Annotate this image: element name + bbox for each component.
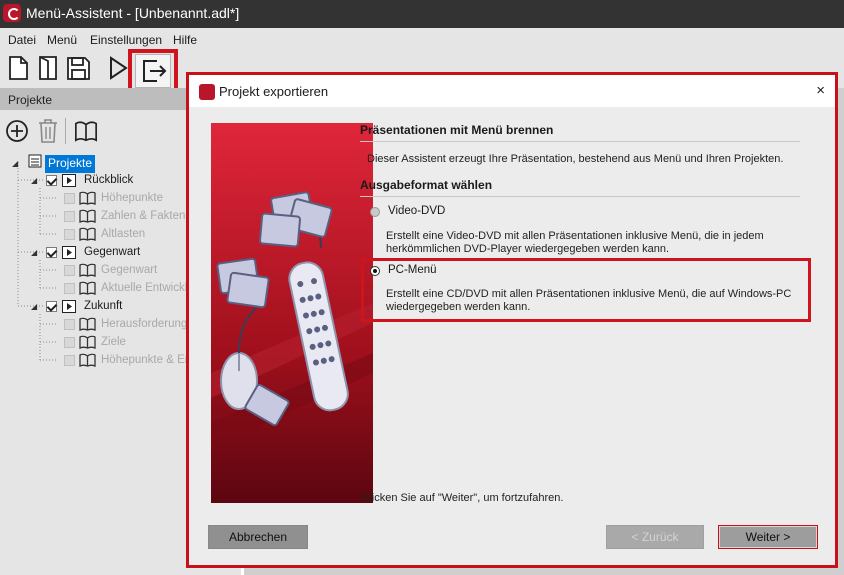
book-icon — [79, 191, 96, 206]
dialog-titlebar: Projekt exportieren × — [189, 75, 835, 107]
checkbox-item[interactable] — [64, 193, 75, 204]
tree-expander-root[interactable]: ◢ — [12, 159, 18, 168]
video-dvd-desc-line1: Erstellt eine Video-DVD mit allen Präsen… — [386, 230, 764, 242]
tree-item[interactable]: Altlasten — [101, 228, 145, 240]
radio-video-dvd[interactable] — [370, 207, 380, 217]
pc-menu-highlight — [361, 258, 811, 322]
section-heading-burn: Präsentationen mit Menü brennen — [360, 123, 800, 142]
section-heading-format: Ausgabeformat wählen — [360, 178, 800, 197]
app-logo-icon — [199, 84, 215, 100]
tree-expander-zukunft[interactable]: ◢ — [31, 302, 37, 311]
window-titlebar: Menü-Assistent - [Unbenannt.adl*] — [0, 0, 844, 28]
next-button[interactable]: Weiter > — [718, 525, 818, 549]
play-box-icon — [62, 246, 76, 259]
checkbox-item[interactable] — [64, 211, 75, 222]
save-icon[interactable] — [64, 54, 92, 82]
tree-item[interactable]: Ziele — [101, 336, 126, 348]
book-icon — [79, 353, 96, 368]
add-icon[interactable] — [5, 118, 29, 144]
export-dialog: Projekt exportieren × Präsentationen mit… — [186, 72, 838, 568]
tree-root-projekte[interactable]: Projekte — [45, 155, 96, 173]
dialog-title: Projekt exportieren — [219, 84, 329, 99]
play-box-icon — [62, 300, 76, 313]
book-icon — [79, 227, 96, 242]
close-icon[interactable]: × — [816, 82, 825, 99]
window-title: Menü-Assistent - [Unbenannt.adl*] — [26, 5, 240, 21]
toolbar-divider — [65, 118, 66, 144]
checkbox-zukunft[interactable] — [46, 301, 57, 312]
tree-item[interactable]: Höhepunkte — [101, 192, 163, 204]
intro-text: Dieser Assistent erzeugt Ihre Präsentati… — [367, 153, 784, 165]
tree-item-gegenwart[interactable]: Gegenwart — [84, 246, 140, 258]
cancel-button[interactable]: Abbrechen — [208, 525, 308, 549]
new-file-icon[interactable] — [4, 54, 32, 82]
menu-datei[interactable]: Datei — [8, 33, 36, 47]
projects-panel-title: Projekte — [8, 93, 53, 107]
checkbox-rueckblick[interactable] — [46, 175, 57, 186]
trash-icon[interactable] — [36, 118, 60, 144]
book-icon — [79, 263, 96, 278]
checkbox-gegenwart[interactable] — [46, 247, 57, 258]
book-icon — [79, 281, 96, 296]
hint-text: Klicken Sie auf "Weiter", um fortzufahre… — [362, 492, 564, 504]
book-icon — [79, 317, 96, 332]
back-button[interactable]: < Zurück — [606, 525, 704, 549]
checkbox-item[interactable] — [64, 265, 75, 276]
menu-einstellungen[interactable]: Einstellungen — [90, 33, 162, 47]
list-icon — [28, 154, 42, 168]
tree-item[interactable]: Zahlen & Fakten — [101, 210, 185, 222]
banner-image — [211, 123, 373, 503]
book-icon — [79, 335, 96, 350]
checkbox-item[interactable] — [64, 283, 75, 294]
export-highlight — [128, 49, 178, 93]
tree-expander-gegenwart[interactable]: ◢ — [31, 248, 37, 257]
tree-item[interactable]: Herausforderunge — [101, 318, 194, 330]
radio-label-video-dvd[interactable]: Video-DVD — [388, 205, 445, 217]
video-dvd-desc-line2: herkömmlichen DVD-Player wiedergegeben w… — [386, 243, 670, 255]
checkbox-item[interactable] — [64, 337, 75, 348]
checkbox-item[interactable] — [64, 319, 75, 330]
checkbox-item[interactable] — [64, 355, 75, 366]
tree-item-rueckblick[interactable]: Rückblick — [84, 174, 133, 186]
tree-item[interactable]: Höhepunkte & End — [101, 354, 198, 366]
menubar: Datei Menü Einstellungen Hilfe — [0, 28, 844, 50]
tree-item[interactable]: Aktuelle Entwicklu — [101, 282, 194, 294]
book-icon[interactable] — [74, 118, 100, 144]
book-icon — [79, 209, 96, 224]
play-box-icon — [62, 174, 76, 187]
app-logo-icon — [3, 4, 21, 22]
open-file-icon[interactable] — [34, 54, 62, 82]
menu-menue[interactable]: Menü — [47, 33, 77, 47]
tree-item[interactable]: Gegenwart — [101, 264, 157, 276]
menu-hilfe[interactable]: Hilfe — [173, 33, 197, 47]
checkbox-item[interactable] — [64, 229, 75, 240]
tree-item-zukunft[interactable]: Zukunft — [84, 300, 122, 312]
tree-expander-rueckblick[interactable]: ◢ — [31, 176, 37, 185]
